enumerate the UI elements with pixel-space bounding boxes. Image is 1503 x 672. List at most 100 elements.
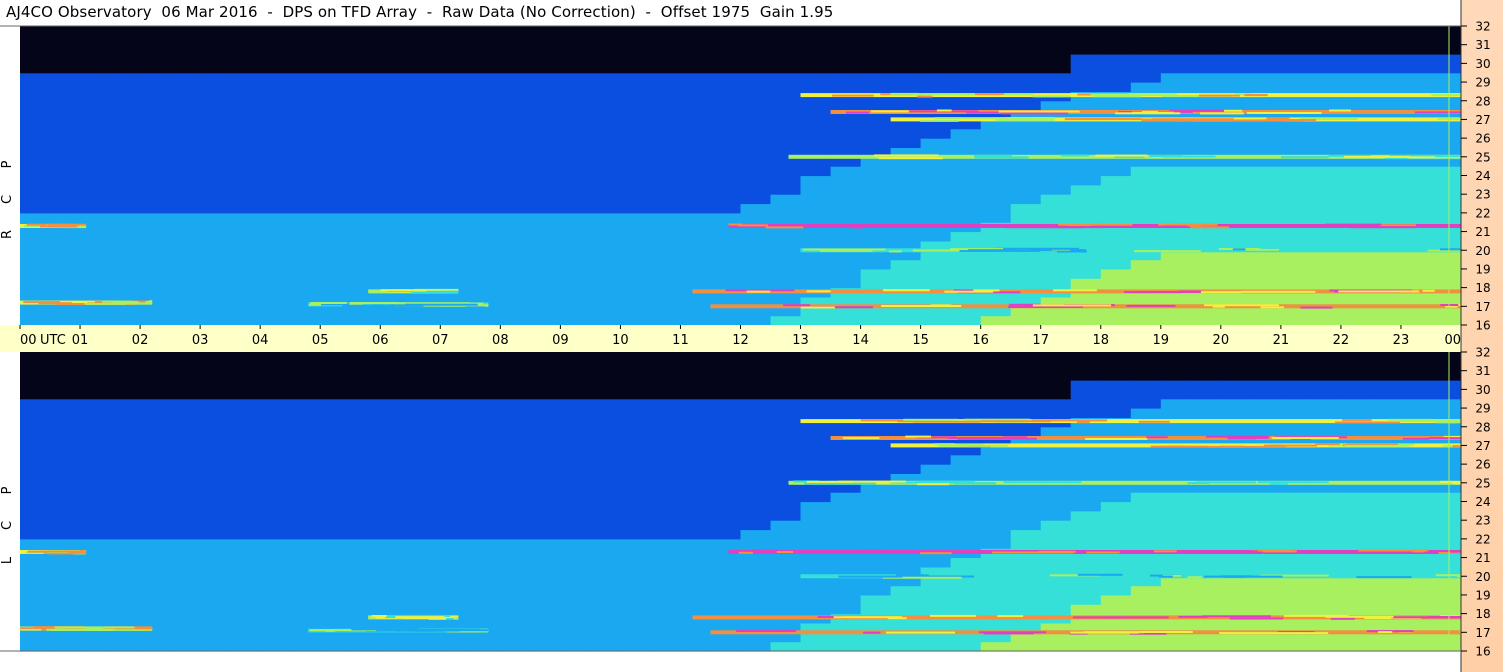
heatmap-cell	[440, 26, 471, 36]
heatmap-cell	[710, 436, 742, 446]
heatmap-cell	[1160, 408, 1192, 418]
heatmap-cell	[80, 408, 111, 418]
frequency-tick-label: 30	[1475, 383, 1490, 397]
noise-band	[878, 157, 943, 160]
heatmap-cell	[410, 585, 441, 596]
frequency-tick-label: 32	[1475, 20, 1490, 34]
heatmap-cell	[560, 100, 591, 111]
heatmap-cell	[560, 278, 591, 289]
heatmap-cell	[170, 35, 201, 46]
heatmap-cell	[1280, 538, 1312, 549]
heatmap-cell	[1401, 641, 1432, 652]
noise-band	[1138, 420, 1170, 423]
heatmap-cell	[1100, 166, 1132, 177]
heatmap-cell	[260, 175, 291, 186]
heatmap-cell	[890, 278, 922, 289]
heatmap-cell	[560, 482, 591, 493]
heatmap-cell	[680, 306, 712, 317]
heatmap-cell	[1431, 259, 1462, 270]
noise-band	[380, 289, 412, 292]
heatmap-cell	[740, 594, 772, 605]
heatmap-cell	[350, 548, 381, 559]
heatmap-cell	[320, 454, 351, 465]
heatmap-cell	[260, 408, 291, 418]
heatmap-cell	[140, 91, 171, 102]
heatmap-cell	[920, 166, 952, 177]
heatmap-cell	[710, 492, 742, 503]
heatmap-cell	[740, 315, 772, 326]
heatmap-cell	[80, 426, 111, 437]
heatmap-cell	[980, 128, 1012, 139]
heatmap-cell	[260, 445, 291, 456]
heatmap-cell	[170, 594, 201, 605]
heatmap-cell	[740, 417, 772, 428]
heatmap-cell	[80, 641, 111, 652]
heatmap-cell	[1220, 398, 1252, 409]
heatmap-cell	[1010, 501, 1042, 512]
heatmap-cell	[590, 156, 621, 167]
heatmap-cell	[410, 203, 441, 214]
heatmap-cell	[1250, 604, 1282, 615]
heatmap-cell	[1010, 538, 1042, 549]
heatmap-cell	[890, 259, 922, 270]
heatmap-cell	[350, 380, 381, 390]
heatmap-cell	[320, 604, 351, 615]
heatmap-cell	[1431, 361, 1462, 372]
heatmap-cell	[1401, 529, 1432, 540]
heatmap-cell	[650, 632, 681, 643]
heatmap-cell	[1431, 231, 1462, 242]
heatmap-cell	[890, 380, 922, 390]
heatmap-cell	[1220, 538, 1252, 549]
heatmap-cell	[440, 454, 471, 465]
heatmap-cell	[1190, 501, 1222, 512]
heatmap-cell	[620, 110, 651, 120]
heatmap-cell	[800, 54, 832, 64]
heatmap-cell	[350, 147, 381, 158]
heatmap-cell	[290, 110, 321, 120]
heatmap-cell	[830, 594, 862, 605]
heatmap-cell	[1310, 72, 1342, 83]
heatmap-cell	[1160, 454, 1192, 465]
heatmap-cell	[200, 389, 231, 400]
heatmap-cell	[1310, 268, 1342, 279]
heatmap-cell	[740, 119, 772, 130]
heatmap-cell	[1100, 212, 1132, 223]
heatmap-cell	[1431, 398, 1462, 409]
heatmap-cell	[110, 473, 141, 484]
heatmap-cell	[380, 492, 411, 503]
heatmap-cell	[470, 119, 501, 130]
heatmap-cell	[170, 641, 201, 652]
noise-band	[1206, 445, 1286, 448]
heatmap-cell	[1070, 212, 1102, 223]
heatmap-cell	[350, 268, 381, 279]
heatmap-cell	[110, 613, 141, 624]
heatmap-cell	[1310, 212, 1342, 223]
heatmap-cell	[500, 231, 531, 242]
heatmap-cell	[530, 231, 561, 242]
heatmap-cell	[560, 417, 591, 428]
heatmap-cell	[740, 641, 772, 652]
time-tick-label: 00	[1444, 333, 1461, 348]
heatmap-cell	[620, 426, 651, 437]
heatmap-cell	[860, 100, 892, 111]
heatmap-cell	[50, 212, 81, 223]
heatmap-cell	[830, 128, 862, 139]
heatmap-cell	[170, 259, 201, 270]
heatmap-cell	[1130, 529, 1162, 540]
heatmap-cell	[950, 426, 982, 437]
heatmap-cell	[770, 520, 802, 531]
heatmap-cell	[830, 44, 862, 55]
noise-band	[1450, 550, 1461, 553]
heatmap-cell	[620, 510, 651, 521]
heatmap-cell	[50, 361, 81, 372]
heatmap-cell	[1310, 426, 1342, 437]
heatmap-cell	[410, 361, 441, 372]
heatmap-cell	[770, 352, 802, 362]
heatmap-cell	[830, 259, 862, 270]
heatmap-cell	[410, 315, 441, 326]
heatmap-cell	[410, 44, 441, 55]
heatmap-cell	[350, 585, 381, 596]
heatmap-cell	[800, 352, 832, 362]
heatmap-cell	[350, 35, 381, 46]
heatmap-cell	[1190, 380, 1222, 390]
